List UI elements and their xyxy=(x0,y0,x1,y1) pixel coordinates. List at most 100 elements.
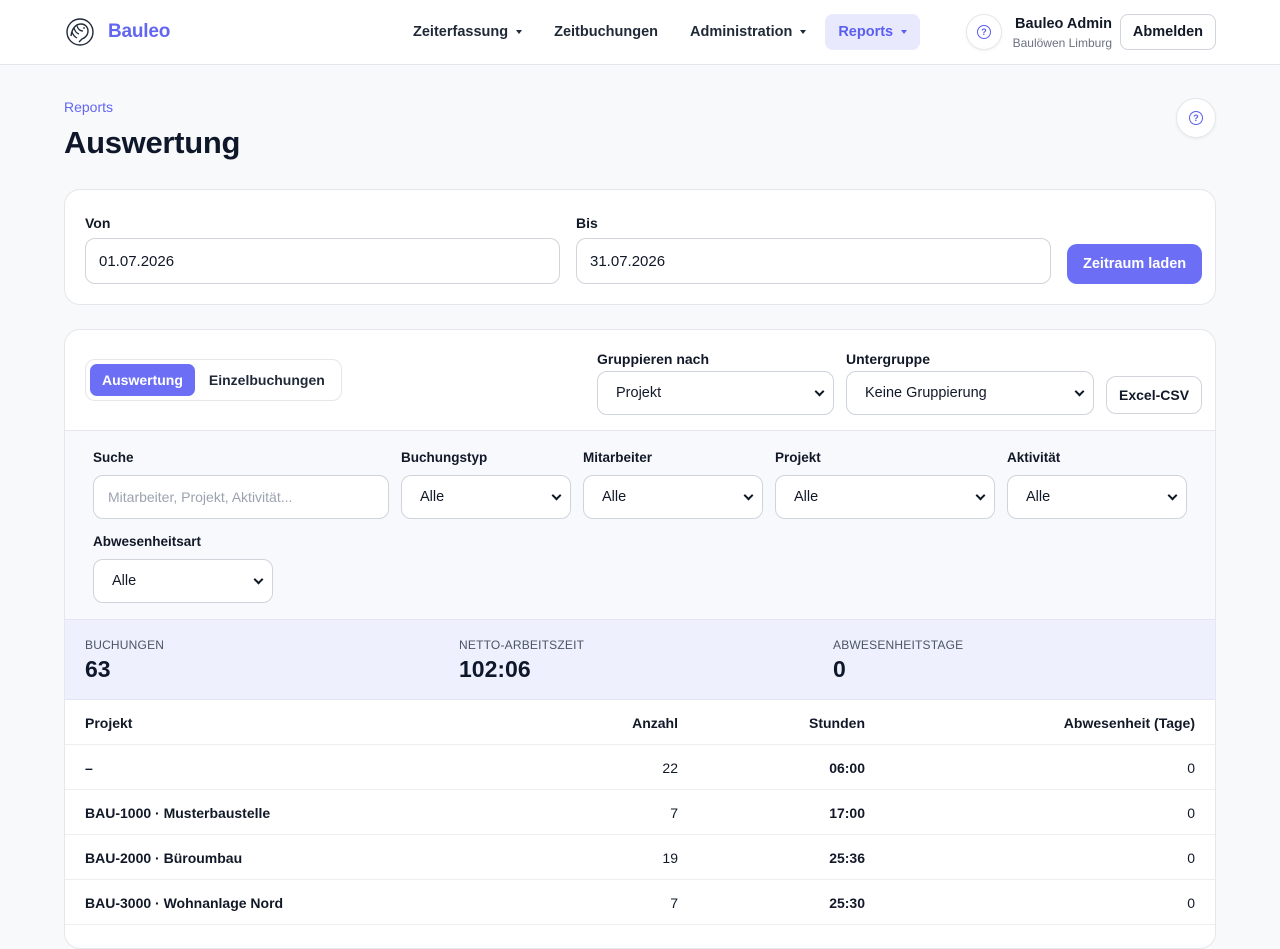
table-header-row: Projekt Anzahl Stunden Abwesenheit (Tage… xyxy=(65,700,1215,745)
booking-type-label: Buchungstyp xyxy=(401,450,488,465)
top-navbar: Bauleo Zeiterfassung Zeitbuchungen Admin… xyxy=(0,0,1280,65)
export-csv-button[interactable]: Excel-CSV xyxy=(1106,376,1203,414)
load-range-button[interactable]: Zeitraum laden xyxy=(1067,244,1203,284)
stat-bookings-label: BUCHUNGEN xyxy=(85,638,165,652)
column-header-absence[interactable]: Abwesenheit (Tage) xyxy=(1064,700,1195,745)
employee-label: Mitarbeiter xyxy=(583,450,653,465)
project-select[interactable]: Alle xyxy=(775,475,995,519)
chevron-down-icon xyxy=(253,574,264,584)
group-by-value: Projekt xyxy=(616,385,662,401)
search-input[interactable]: Mitarbeiter, Projekt, Aktivität... xyxy=(93,475,389,519)
lion-logo-icon xyxy=(66,18,94,46)
search-label: Suche xyxy=(93,450,134,465)
project-label: Projekt xyxy=(775,450,821,465)
table-row[interactable]: BAU-3000 · Wohnanlage Nord 7 25:30 0 xyxy=(65,880,1215,925)
page-title: Auswertung xyxy=(64,125,241,160)
nav-zeitbuchungen[interactable]: Zeitbuchungen xyxy=(541,14,671,50)
activity-value: Alle xyxy=(1026,489,1051,505)
booking-type-value: Alle xyxy=(420,489,445,505)
to-date-input[interactable]: 31.07.2026 xyxy=(576,238,1051,284)
cell-hours: 06:00 xyxy=(829,759,865,776)
nav-zeiterfassung-label: Zeiterfassung xyxy=(413,24,509,40)
stat-absence-days-label: ABWESENHEITSTAGE xyxy=(833,638,964,652)
nav-administration[interactable]: Administration xyxy=(677,14,819,50)
stat-net-worktime-value: 102:06 xyxy=(459,656,531,682)
filter-panel: Suche Mitarbeiter, Projekt, Aktivität...… xyxy=(65,430,1215,619)
brand[interactable]: Bauleo xyxy=(64,16,170,48)
stat-net-worktime-label: NETTO-ARBEITSZEIT xyxy=(459,638,585,652)
cell-absence: 0 xyxy=(1187,849,1195,866)
nav-reports[interactable]: Reports xyxy=(825,14,921,50)
caret-down-icon xyxy=(901,30,908,34)
cell-count: 7 xyxy=(670,804,678,821)
group-by-select[interactable]: Projekt xyxy=(597,371,834,415)
table-row[interactable]: – 22 06:00 0 xyxy=(65,745,1215,790)
subgroup-select[interactable]: Keine Gruppierung xyxy=(846,371,1094,415)
cell-project: BAU-2000 · Büroumbau xyxy=(85,849,243,866)
stat-bookings: BUCHUNGEN 63 xyxy=(85,638,164,683)
chevron-down-icon xyxy=(1167,490,1178,500)
stat-absence-days: ABWESENHEITSTAGE 0 xyxy=(833,638,963,683)
cell-project: BAU-3000 · Wohnanlage Nord xyxy=(85,894,284,911)
tab-einzelbuchungen[interactable]: Einzelbuchungen xyxy=(197,364,337,396)
stat-net-worktime: NETTO-ARBEITSZEIT 102:06 xyxy=(459,638,584,683)
cell-hours: 25:30 xyxy=(829,894,865,911)
booking-type-select[interactable]: Alle xyxy=(401,475,571,519)
subgroup-value: Keine Gruppierung xyxy=(865,385,987,401)
chevron-down-icon xyxy=(814,386,825,396)
project-value: Alle xyxy=(794,489,819,505)
breadcrumb[interactable]: Reports xyxy=(64,99,113,115)
summary-stats: BUCHUNGEN 63 NETTO-ARBEITSZEIT 102:06 AB… xyxy=(65,619,1215,700)
absence-type-select[interactable]: Alle xyxy=(93,559,273,603)
caret-down-icon xyxy=(516,30,523,34)
user-name: Bauleo Admin xyxy=(1015,16,1112,32)
subgroup-label: Untergruppe xyxy=(846,351,930,367)
brand-name: Bauleo xyxy=(108,21,171,42)
table-row[interactable]: BAU-1000 · Musterbaustelle 7 17:00 0 xyxy=(65,790,1215,835)
question-circle-icon: ? xyxy=(1189,111,1203,125)
tab-auswertung[interactable]: Auswertung xyxy=(90,364,195,396)
employee-value: Alle xyxy=(602,489,627,505)
chevron-down-icon xyxy=(975,490,986,500)
chevron-down-icon xyxy=(743,490,754,500)
chevron-down-icon xyxy=(1074,386,1085,396)
cell-absence: 0 xyxy=(1187,894,1195,911)
cell-project: – xyxy=(85,759,93,776)
stat-absence-days-value: 0 xyxy=(833,656,846,682)
page-header: Reports Auswertung ? xyxy=(0,65,1280,189)
cell-count: 7 xyxy=(670,894,678,911)
table-row[interactable]: BAU-2000 · Büroumbau 19 25:36 0 xyxy=(65,835,1215,880)
cell-hours: 17:00 xyxy=(829,804,865,821)
date-range-card: Von 01.07.2026 Bis 31.07.2026 Zeitraum l… xyxy=(64,189,1216,305)
column-header-count[interactable]: Anzahl xyxy=(632,700,678,745)
page-help-button[interactable]: ? xyxy=(1176,98,1216,138)
column-header-hours[interactable]: Stunden xyxy=(809,700,865,745)
from-date-input[interactable]: 01.07.2026 xyxy=(85,238,560,284)
stat-bookings-value: 63 xyxy=(85,656,111,682)
nav-zeiterfassung[interactable]: Zeiterfassung xyxy=(400,14,535,50)
absence-type-label: Abwesenheitsart xyxy=(93,534,202,549)
group-by-label: Gruppieren nach xyxy=(597,351,710,367)
employee-select[interactable]: Alle xyxy=(583,475,763,519)
header-help-button[interactable]: ? xyxy=(966,14,1002,50)
report-table: Projekt Anzahl Stunden Abwesenheit (Tage… xyxy=(65,700,1215,925)
nav-reports-label: Reports xyxy=(838,24,894,40)
to-label: Bis xyxy=(576,215,598,231)
cell-absence: 0 xyxy=(1187,759,1195,776)
from-label: Von xyxy=(85,215,111,231)
activity-label: Aktivität xyxy=(1007,450,1061,465)
caret-down-icon xyxy=(800,30,807,34)
nav-zeitbuchungen-label: Zeitbuchungen xyxy=(554,24,659,40)
column-header-project[interactable]: Projekt xyxy=(85,700,132,745)
absence-type-value: Alle xyxy=(112,573,137,589)
cell-project: BAU-1000 · Musterbaustelle xyxy=(85,804,271,821)
main-nav: Zeiterfassung Zeitbuchungen Administrati… xyxy=(400,14,921,50)
view-toggle: Auswertung Einzelbuchungen xyxy=(85,359,342,401)
nav-administration-label: Administration xyxy=(690,24,793,40)
activity-select[interactable]: Alle xyxy=(1007,475,1187,519)
cell-absence: 0 xyxy=(1187,804,1195,821)
logout-button[interactable]: Abmelden xyxy=(1119,14,1216,50)
cell-count: 22 xyxy=(662,759,678,776)
cell-hours: 25:36 xyxy=(829,849,865,866)
user-info: Bauleo Admin Baulöwen Limburg xyxy=(1013,16,1112,50)
